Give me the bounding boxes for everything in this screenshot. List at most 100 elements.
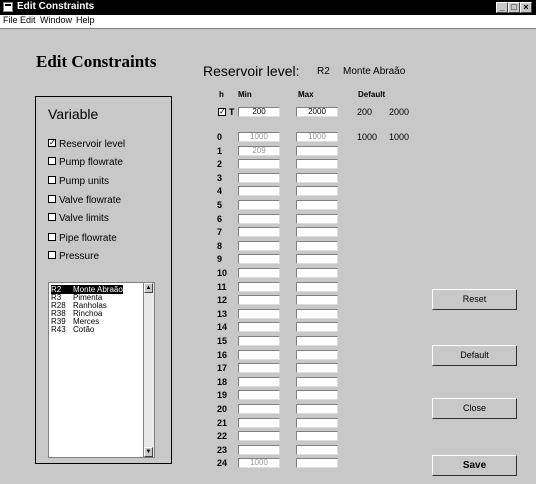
max-field[interactable] bbox=[296, 200, 338, 210]
variable-checkbox[interactable] bbox=[48, 157, 56, 166]
hour-label: 0 bbox=[217, 132, 223, 142]
max-field[interactable] bbox=[296, 308, 338, 319]
hour-label: 20 bbox=[217, 404, 228, 414]
menu-window[interactable]: Window bbox=[40, 15, 72, 25]
max-field[interactable] bbox=[296, 268, 338, 278]
hour-label: 6 bbox=[217, 213, 223, 224]
list-scrollbar[interactable]: ▲ ▼ bbox=[143, 283, 154, 457]
min-field[interactable] bbox=[238, 200, 280, 210]
menu-edit[interactable]: Edit bbox=[20, 15, 36, 25]
header-max: Max bbox=[298, 90, 314, 99]
window-title: Edit Constraints bbox=[17, 1, 95, 12]
variable-option-label: Valve flowrate bbox=[59, 195, 122, 206]
hour-label: 9 bbox=[217, 254, 223, 265]
max-field[interactable] bbox=[296, 145, 338, 156]
variable-checkbox[interactable]: ✓ bbox=[48, 139, 56, 148]
min-field[interactable]: 1000 bbox=[238, 132, 280, 142]
max-field[interactable] bbox=[296, 431, 338, 442]
max-field[interactable] bbox=[296, 295, 338, 306]
hour-label: 3 bbox=[217, 172, 223, 183]
t-checkbox[interactable]: ✓ bbox=[218, 108, 226, 116]
t-max-field[interactable]: 2000 bbox=[296, 107, 338, 117]
max-field[interactable] bbox=[296, 213, 338, 224]
maximize-button[interactable]: □ bbox=[508, 2, 520, 13]
max-field[interactable] bbox=[296, 363, 338, 374]
min-field[interactable] bbox=[238, 240, 280, 251]
max-field[interactable] bbox=[296, 376, 338, 387]
max-field[interactable] bbox=[296, 254, 338, 265]
variable-checkbox[interactable] bbox=[48, 213, 56, 222]
max-field[interactable] bbox=[296, 281, 338, 292]
min-field[interactable] bbox=[238, 363, 280, 374]
reset-button[interactable]: Reset bbox=[432, 289, 517, 310]
variable-option[interactable]: Pump flowrate bbox=[48, 156, 123, 169]
min-field[interactable] bbox=[238, 376, 280, 387]
min-field[interactable] bbox=[238, 336, 280, 346]
min-field[interactable] bbox=[238, 444, 280, 455]
reservoir-listbox[interactable]: R2 Monte Abraão R3 Pimenta R28 Ranholas R38 Rin… bbox=[48, 282, 155, 458]
max-field[interactable] bbox=[296, 172, 338, 183]
close-window-button[interactable]: × bbox=[520, 2, 532, 13]
min-field[interactable] bbox=[238, 322, 280, 333]
minimize-button[interactable]: _ bbox=[496, 2, 508, 13]
scroll-up-button[interactable]: ▲ bbox=[144, 283, 153, 293]
min-field[interactable] bbox=[238, 227, 280, 238]
min-field[interactable] bbox=[238, 268, 280, 278]
hour-label: 13 bbox=[217, 308, 228, 319]
min-field[interactable] bbox=[238, 213, 280, 224]
min-field[interactable] bbox=[238, 186, 280, 197]
max-field[interactable] bbox=[296, 404, 338, 414]
reservoir-list-item[interactable]: R43 Cotão bbox=[51, 325, 94, 334]
save-button[interactable]: Save bbox=[432, 455, 517, 476]
max-field[interactable] bbox=[296, 444, 338, 455]
max-field[interactable] bbox=[296, 390, 338, 401]
max-field[interactable] bbox=[296, 227, 338, 238]
variable-option[interactable]: Valve flowrate bbox=[48, 194, 121, 207]
max-field[interactable]: 1000 bbox=[296, 132, 338, 142]
variable-option[interactable]: Valve limits bbox=[48, 212, 109, 225]
min-field[interactable] bbox=[238, 172, 280, 183]
variable-option[interactable]: ✓ Reservoir level bbox=[48, 138, 125, 151]
hour-label: 15 bbox=[217, 336, 228, 346]
header-default: Default bbox=[358, 90, 386, 99]
variable-checkbox[interactable] bbox=[48, 195, 56, 204]
min-field[interactable] bbox=[238, 281, 280, 292]
max-field[interactable] bbox=[296, 240, 338, 251]
default-button[interactable]: Default bbox=[432, 345, 517, 366]
min-field[interactable] bbox=[238, 404, 280, 414]
min-field[interactable] bbox=[238, 390, 280, 401]
max-field[interactable] bbox=[296, 186, 338, 197]
max-field[interactable] bbox=[296, 417, 338, 428]
min-field[interactable] bbox=[238, 159, 280, 170]
max-field[interactable] bbox=[296, 349, 338, 360]
min-field[interactable] bbox=[238, 295, 280, 306]
min-field[interactable] bbox=[238, 308, 280, 319]
variable-checkbox[interactable] bbox=[48, 233, 56, 242]
menu-help[interactable]: Help bbox=[76, 15, 95, 25]
max-field[interactable] bbox=[296, 322, 338, 333]
min-field[interactable]: 1000 bbox=[238, 458, 280, 469]
variable-option[interactable]: Pressure bbox=[48, 250, 99, 263]
hour-label: 12 bbox=[217, 295, 228, 306]
app-icon[interactable] bbox=[3, 2, 13, 12]
min-field[interactable] bbox=[238, 417, 280, 428]
variable-checkbox[interactable] bbox=[48, 251, 56, 260]
max-field[interactable] bbox=[296, 159, 338, 170]
variable-checkbox[interactable] bbox=[48, 176, 56, 185]
close-button[interactable]: Close bbox=[432, 398, 517, 419]
max-field[interactable] bbox=[296, 458, 338, 469]
menu-file[interactable]: File bbox=[3, 15, 18, 25]
max-field[interactable] bbox=[296, 336, 338, 346]
hour-label: 23 bbox=[217, 444, 228, 455]
min-field[interactable] bbox=[238, 254, 280, 265]
t-min-field[interactable]: 200 bbox=[238, 107, 280, 117]
scroll-down-button[interactable]: ▼ bbox=[144, 447, 153, 457]
hour-label: 5 bbox=[217, 200, 223, 210]
min-field[interactable] bbox=[238, 431, 280, 442]
variable-option[interactable]: Pipe flowrate bbox=[48, 232, 117, 245]
hour-label: 4 bbox=[217, 186, 223, 197]
variable-option[interactable]: Pump units bbox=[48, 175, 109, 188]
hour-label: 10 bbox=[217, 268, 228, 278]
min-field[interactable] bbox=[238, 349, 280, 360]
min-field[interactable]: 209 bbox=[238, 145, 280, 156]
